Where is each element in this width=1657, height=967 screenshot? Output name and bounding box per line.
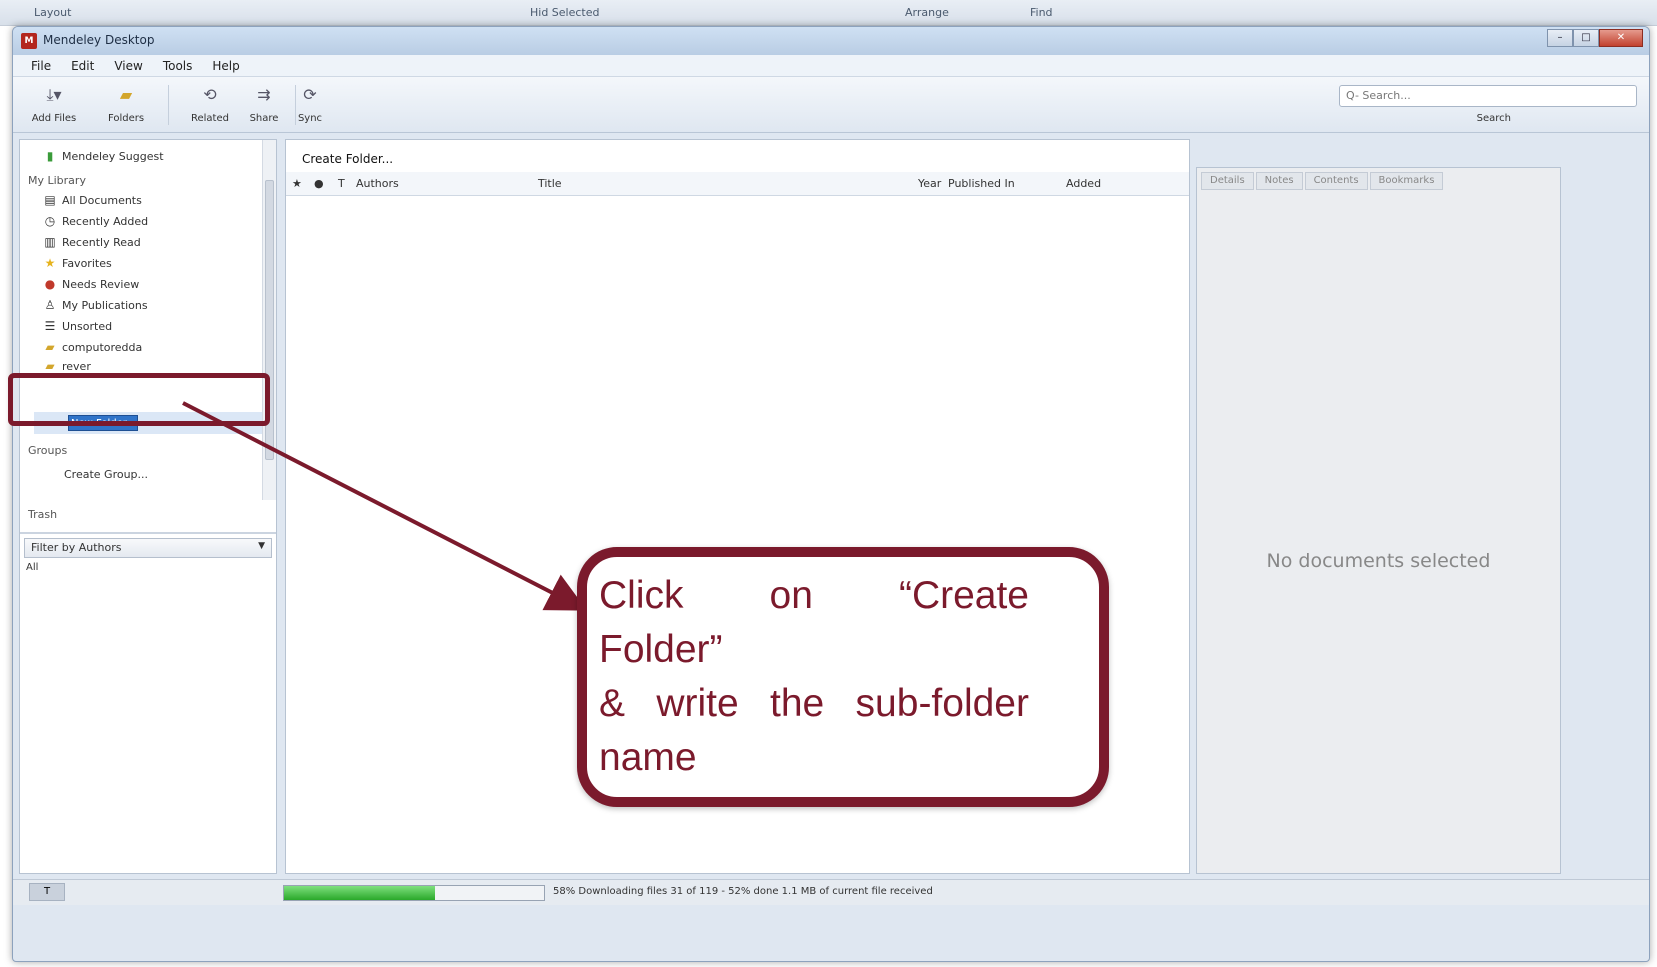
instruction-callout: Click on “Create Folder” & write the sub…: [577, 547, 1109, 807]
toolbar-separator: [168, 85, 169, 125]
share-icon: ⇉: [257, 85, 271, 104]
minimize-button[interactable]: –: [1547, 29, 1573, 47]
filter-by-select[interactable]: Filter by Authors ▼: [24, 538, 272, 558]
folder-icon: ▰: [45, 340, 55, 354]
related-button[interactable]: ⟲ Related: [179, 81, 241, 129]
menu-file[interactable]: File: [31, 59, 51, 73]
my-library-heading: My Library: [28, 173, 86, 187]
main-toolbar: ⤓▾ Add Files ▰ Folders ⟲ Related ⇉ Share…: [13, 77, 1649, 133]
menu-help[interactable]: Help: [212, 59, 239, 73]
menu-edit[interactable]: Edit: [71, 59, 94, 73]
title-bar: M Mendeley Desktop – □ ✕: [13, 27, 1649, 55]
mendeley-logo-icon: M: [21, 33, 37, 49]
document-table-header: ★ ● T Authors Title Year Published In Ad…: [286, 172, 1189, 196]
outer-hid-selected-label[interactable]: Hid Selected: [530, 6, 600, 19]
add-files-button[interactable]: ⤓▾ Add Files: [23, 81, 85, 129]
published-in-column-header[interactable]: Published In: [948, 177, 1015, 190]
sidebar-item-unsorted[interactable]: ☰ Unsorted: [42, 316, 282, 336]
window-controls: – □ ✕: [1547, 29, 1643, 49]
outer-arrange-label[interactable]: Arrange: [905, 6, 949, 19]
publications-icon: ♙: [44, 298, 56, 312]
status-bar: T 58% Downloading files 31 of 119 - 52% …: [13, 879, 1649, 905]
tab-notes[interactable]: Notes: [1255, 172, 1303, 190]
callout-line-2: Folder”: [599, 628, 723, 671]
mendeley-window: M Mendeley Desktop – □ ✕ File Edit View …: [12, 26, 1650, 962]
collections-scrollbar[interactable]: [262, 140, 276, 500]
toggle-panel-button[interactable]: T: [29, 883, 65, 901]
create-folder-label[interactable]: Create Folder...: [302, 152, 393, 166]
callout-line-3: & write the sub-folder: [599, 682, 1029, 725]
sidebar-item-my-publications[interactable]: ♙ My Publications: [42, 295, 282, 315]
details-tabs: Details Notes Contents Bookmarks: [1201, 172, 1445, 190]
folder-icon: ▰: [119, 85, 133, 104]
close-button[interactable]: ✕: [1599, 29, 1643, 47]
tab-details[interactable]: Details: [1201, 172, 1254, 190]
outer-toolbar-strip: Layout Hid Selected Arrange Find: [0, 0, 1657, 26]
chevron-down-icon: ▼: [258, 541, 265, 551]
unsorted-icon: ☰: [44, 319, 56, 333]
slide: Layout Hid Selected Arrange Find M Mende…: [0, 0, 1657, 967]
year-column-header[interactable]: Year: [918, 177, 941, 190]
empty-selection-message: No documents selected: [1266, 550, 1491, 572]
folders-button[interactable]: ▰ Folders: [95, 81, 157, 129]
menu-bar: File Edit View Tools Help: [13, 55, 1649, 77]
panel-splitter[interactable]: [20, 532, 276, 534]
sync-button[interactable]: ⟳ Sync: [279, 81, 341, 129]
collections-panel: ▮ Mendeley Suggest My Library ▤ All Docu…: [19, 139, 277, 874]
type-column-header[interactable]: T: [338, 177, 345, 190]
filter-all-item[interactable]: All: [26, 562, 38, 573]
sidebar-item-needs-review[interactable]: ● Needs Review: [42, 274, 282, 294]
review-icon: ●: [44, 277, 56, 291]
callout-line-1: Click on “Create: [599, 574, 1029, 617]
details-panel: Details Notes Contents Bookmarks No docu…: [1196, 167, 1561, 874]
status-text: 58% Downloading files 31 of 119 - 52% do…: [553, 886, 933, 897]
added-column-header[interactable]: Added: [1066, 177, 1101, 190]
tab-bookmarks[interactable]: Bookmarks: [1369, 172, 1444, 190]
download-progress-bar: [283, 885, 545, 901]
sidebar-item-folder[interactable]: ▰ rever: [42, 358, 282, 374]
sidebar-item-all-documents[interactable]: ▤ All Documents: [42, 190, 282, 210]
book-icon: ▥: [44, 235, 56, 249]
clock-icon: ◷: [44, 214, 56, 228]
title-column-header[interactable]: Title: [538, 177, 562, 190]
progress-fill: [284, 886, 435, 900]
trash-heading[interactable]: Trash: [28, 504, 268, 524]
menu-view[interactable]: View: [114, 59, 142, 73]
sidebar-item-recently-added[interactable]: ◷ Recently Added: [42, 211, 282, 231]
star-icon: ★: [44, 256, 56, 270]
related-icon: ⟲: [203, 85, 217, 104]
add-files-icon: ⤓▾: [46, 85, 62, 104]
search-input[interactable]: Q- Search...: [1339, 85, 1637, 107]
sync-icon: ⟳: [303, 85, 317, 104]
outer-find-label[interactable]: Find: [1030, 6, 1053, 19]
folder-icon: ▰: [45, 359, 55, 373]
outer-layout-label[interactable]: Layout: [34, 6, 71, 19]
menu-tools[interactable]: Tools: [163, 59, 193, 73]
documents-icon: ▤: [44, 193, 56, 207]
sidebar-item-folder[interactable]: ▰ computoredda: [42, 337, 282, 357]
read-column-header[interactable]: ●: [314, 177, 324, 190]
tab-contents[interactable]: Contents: [1304, 172, 1368, 190]
mendeley-suggest-item[interactable]: ▮ Mendeley Suggest: [42, 146, 282, 166]
maximize-button[interactable]: □: [1573, 29, 1599, 47]
search-label: Search: [1476, 113, 1511, 124]
suggest-icon: ▮: [46, 149, 54, 163]
authors-column-header[interactable]: Authors: [356, 177, 399, 190]
new-folder-highlight: [8, 373, 270, 426]
window-title: Mendeley Desktop: [43, 33, 155, 47]
sidebar-item-recently-read[interactable]: ▥ Recently Read: [42, 232, 282, 252]
callout-line-4: name: [599, 736, 697, 779]
sidebar-item-favorites[interactable]: ★ Favorites: [42, 253, 282, 273]
groups-heading: Groups: [28, 443, 68, 457]
favorite-column-header[interactable]: ★: [292, 177, 302, 190]
